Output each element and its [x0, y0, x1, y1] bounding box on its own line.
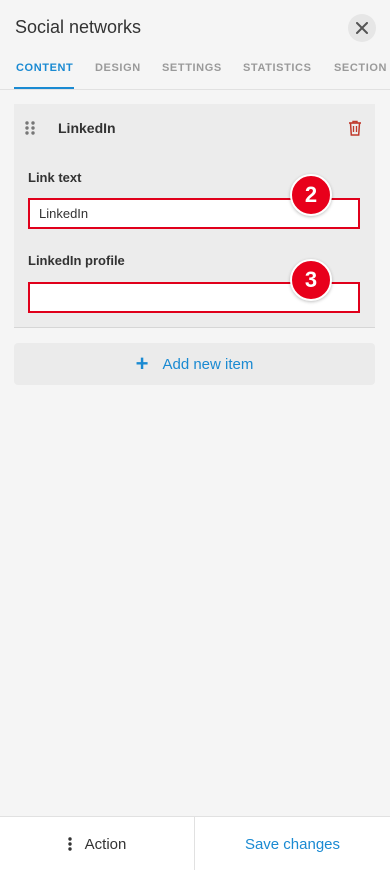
step-badge-2: 2	[290, 174, 332, 216]
link-text-label: Link text	[28, 170, 82, 185]
panel-header: Social networks	[0, 0, 390, 56]
social-item-card: LinkedIn Link text LinkedIn profile 2 3	[14, 104, 375, 328]
save-changes-button[interactable]: Save changes	[195, 817, 390, 870]
social-item-header[interactable]: LinkedIn	[14, 104, 375, 152]
tab-settings[interactable]: SETTINGS	[162, 62, 222, 74]
tab-content[interactable]: CONTENT	[16, 62, 73, 74]
linkedin-profile-label: LinkedIn profile	[28, 253, 125, 268]
tab-section[interactable]: SECTION	[334, 62, 387, 74]
action-button[interactable]: Action	[0, 817, 194, 870]
close-button[interactable]	[348, 14, 376, 42]
plus-icon: +	[135, 351, 149, 376]
add-new-item-label: Add new item	[162, 355, 254, 373]
panel-footer: Action Save changes	[0, 816, 390, 870]
active-tab-indicator	[14, 87, 74, 89]
add-new-item-button[interactable]: + Add new item	[14, 343, 375, 385]
tab-bar: CONTENT DESIGN SETTINGS STATISTICS SECTI…	[0, 56, 390, 90]
action-label: Action	[84, 835, 127, 853]
trash-icon[interactable]	[348, 120, 362, 136]
kebab-icon	[67, 837, 72, 851]
panel-title: Social networks	[15, 17, 142, 37]
close-icon	[356, 22, 368, 34]
step-badge-3: 3	[290, 259, 332, 301]
tab-design[interactable]: DESIGN	[95, 62, 141, 74]
tab-statistics[interactable]: STATISTICS	[243, 62, 312, 74]
drag-handle-icon[interactable]	[24, 121, 36, 135]
social-item-name: LinkedIn	[58, 120, 116, 136]
